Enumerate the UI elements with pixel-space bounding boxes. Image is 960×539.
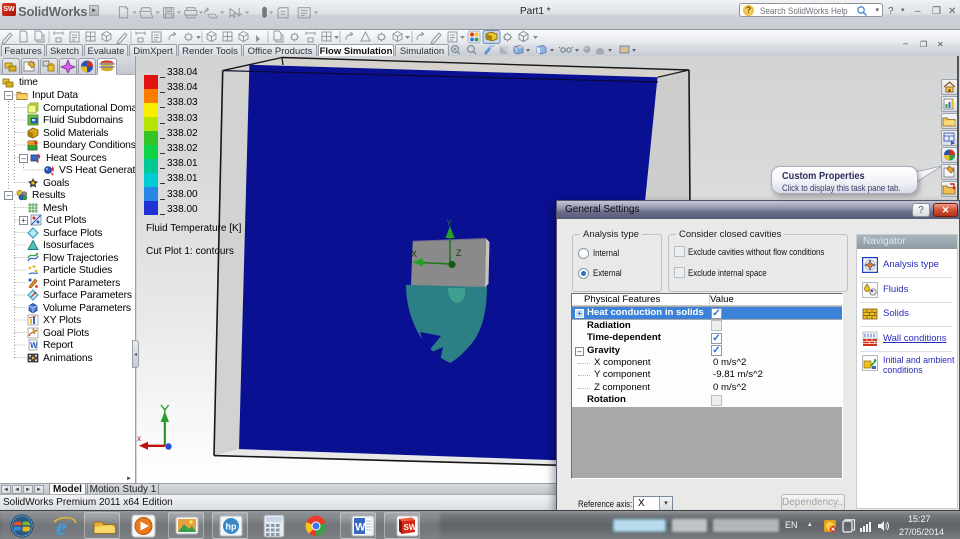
- svg-text:Y: Y: [446, 218, 452, 228]
- svg-text:Z: Z: [456, 248, 462, 258]
- svg-text:W: W: [30, 341, 38, 350]
- svg-text:SW: SW: [404, 523, 417, 532]
- svg-text:X: X: [411, 249, 417, 259]
- svg-text:x: x: [137, 434, 141, 443]
- svg-text:W: W: [355, 522, 366, 534]
- svg-text:hp: hp: [226, 522, 237, 532]
